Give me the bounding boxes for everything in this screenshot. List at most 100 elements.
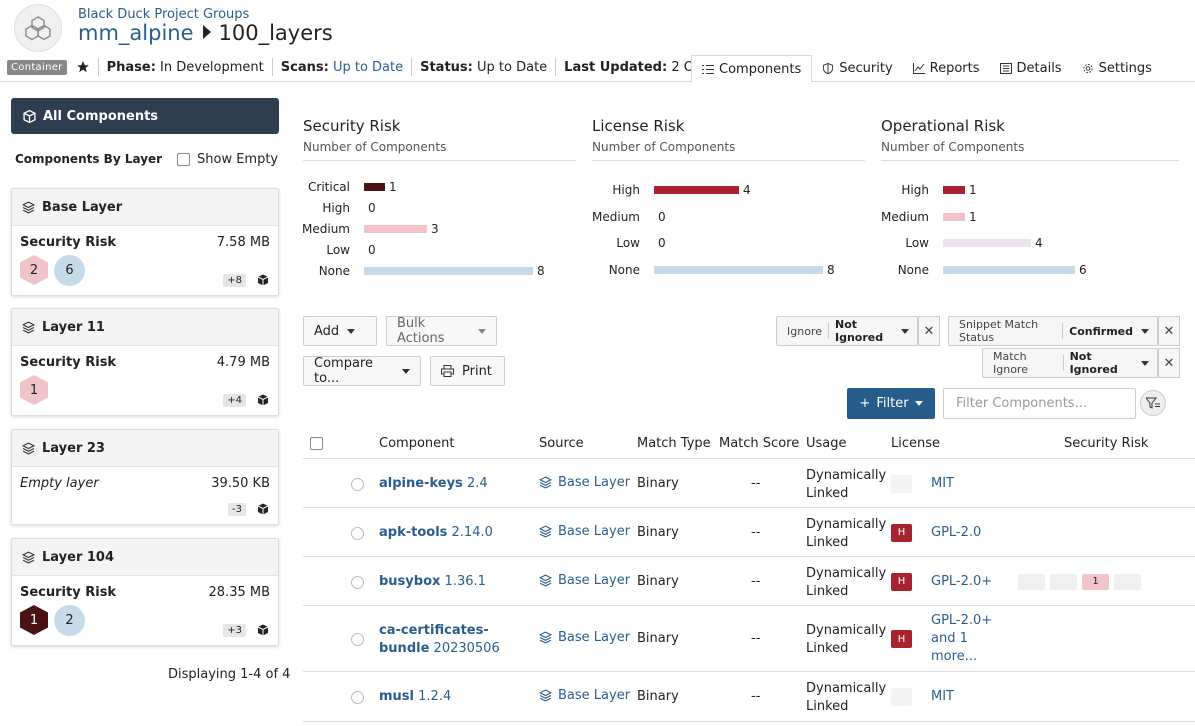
component-link[interactable]: busybox 1.36.1 — [379, 574, 486, 589]
risk-row-value: 6 — [1079, 263, 1087, 277]
security-risk-segment[interactable]: 1 — [1082, 573, 1109, 590]
phase-label: Phase: — [106, 59, 156, 75]
star-icon[interactable] — [76, 60, 90, 74]
risk-row-label: None — [897, 263, 929, 277]
column-header-security-risk[interactable]: Security Risk — [1064, 436, 1148, 451]
project-name-link[interactable]: mm_alpine — [78, 21, 194, 45]
column-header-match-score[interactable]: Match Score — [719, 436, 799, 451]
layers-icon — [539, 631, 552, 644]
match-score: -- — [751, 524, 761, 540]
show-empty-toggle[interactable]: Show Empty — [177, 152, 278, 167]
layer-card[interactable]: Layer 11 Security Risk 4.79 MB 1 +4 — [11, 308, 279, 416]
source-link[interactable]: Base Layer — [539, 475, 630, 490]
source-link[interactable]: Base Layer — [539, 524, 630, 539]
table-row[interactable]: alpine-keys 2.4 Base Layer Binary -- Dynamic… — [303, 459, 1195, 508]
divider — [271, 58, 273, 76]
license-risk-badge: H — [891, 523, 912, 542]
license-link[interactable]: MIT — [931, 688, 954, 706]
critical-risk-badge: 1 — [20, 605, 48, 635]
close-icon[interactable]: ✕ — [918, 316, 940, 346]
project-group-link[interactable]: Black Duck Project Groups — [78, 7, 249, 22]
container-tag: Container — [7, 59, 67, 75]
review-status-icon[interactable] — [351, 477, 364, 491]
column-header-component[interactable]: Component — [379, 436, 454, 451]
component-link[interactable]: apk-tools 2.14.0 — [379, 525, 493, 540]
table-row[interactable]: busybox 1.36.1 Base Layer Binary -- Dynamica… — [303, 557, 1195, 606]
table-row[interactable]: musl 1.2.4 Base Layer Binary -- Dynamically L… — [303, 672, 1195, 722]
column-header-match-type[interactable]: Match Type — [637, 436, 711, 451]
license-link[interactable]: GPL-2.0+ — [931, 573, 992, 591]
add-button[interactable]: Add — [303, 316, 377, 346]
review-status-icon[interactable] — [351, 691, 364, 704]
filter-chip-ignore[interactable]: Ignore Not Ignored — [776, 316, 918, 346]
none-risk-badge: 6 — [54, 255, 85, 286]
filter-components-input[interactable] — [943, 388, 1136, 419]
tab-components[interactable]: Components — [691, 55, 813, 83]
chip-label: Ignore — [777, 323, 829, 339]
project-meta: Container Phase: In Development Scans: U… — [7, 56, 743, 78]
filter-chip-snippet-match[interactable]: Snippet Match Status Confirmed — [948, 316, 1158, 346]
license-link[interactable]: MIT — [931, 475, 954, 493]
risk-bar[interactable] — [364, 267, 533, 275]
column-header-license[interactable]: License — [891, 436, 940, 451]
column-header-source[interactable]: Source — [539, 436, 584, 451]
risk-bar[interactable] — [943, 213, 965, 221]
printer-icon — [441, 365, 454, 377]
risk-bar[interactable] — [943, 266, 1075, 274]
risk-row-value: 4 — [743, 183, 751, 197]
layer-card[interactable]: Layer 23 Empty layer 39.50 KB -3 — [11, 429, 279, 525]
risk-row-label: High — [612, 183, 640, 197]
license-link[interactable]: GPL-2.0 — [931, 524, 981, 542]
risk-bar[interactable] — [943, 186, 965, 194]
risk-row-label: Medium — [881, 210, 929, 224]
compare-to-button[interactable]: Compare to... — [303, 356, 421, 386]
layer-risk-label: Security Risk — [20, 355, 117, 370]
tab-security[interactable]: Security — [812, 55, 902, 82]
chart-icon — [912, 63, 925, 74]
license-link[interactable]: GPL-2.0+ and 1 more... — [931, 612, 992, 666]
project-group-icon — [14, 4, 62, 52]
select-all-checkbox[interactable] — [310, 437, 323, 450]
shield-icon — [823, 63, 834, 74]
risk-bar[interactable] — [654, 186, 739, 194]
layer-card[interactable]: Layer 104 Security Risk 28.35 MB 1 2 +3 — [11, 538, 279, 646]
show-empty-checkbox[interactable] — [177, 153, 190, 166]
source-link[interactable]: Base Layer — [539, 630, 630, 645]
security-risk-segment[interactable] — [1018, 573, 1045, 590]
risk-bar[interactable] — [364, 183, 385, 191]
review-status-icon[interactable] — [351, 575, 364, 589]
component-count-badge: +3 — [223, 624, 246, 637]
component-link[interactable]: alpine-keys 2.4 — [379, 476, 488, 491]
filter-settings-icon[interactable] — [1140, 390, 1166, 416]
component-link[interactable]: ca-certificates-bundle 20230506 — [379, 622, 500, 658]
risk-bar[interactable] — [364, 225, 427, 233]
component-link[interactable]: musl 1.2.4 — [379, 689, 451, 704]
close-icon[interactable]: ✕ — [1158, 348, 1180, 378]
table-row[interactable]: apk-tools 2.14.0 Base Layer Binary -- Dynami… — [303, 508, 1195, 557]
layer-name: Base Layer — [42, 199, 123, 215]
tab-reports[interactable]: Reports — [903, 55, 990, 82]
review-status-icon[interactable] — [351, 526, 364, 540]
table-row[interactable]: ca-certificates-bundle 20230506 Base Laye… — [303, 606, 1195, 672]
bulk-actions-button[interactable]: Bulk Actions — [386, 316, 497, 346]
filter-button[interactable]: + Filter — [847, 388, 935, 419]
column-header-usage[interactable]: Usage — [806, 436, 847, 451]
review-status-icon[interactable] — [351, 633, 364, 646]
tab-settings[interactable]: Settings — [1072, 55, 1162, 82]
source-link[interactable]: Base Layer — [539, 688, 630, 703]
security-risk-segment[interactable] — [1050, 573, 1077, 590]
filter-chip-match-ignore[interactable]: Match Ignore Not Ignored — [982, 348, 1158, 378]
print-button[interactable]: Print — [430, 356, 505, 386]
tab-details[interactable]: Details — [990, 55, 1072, 82]
all-components-label: All Components — [43, 108, 159, 124]
all-components-button[interactable]: All Components — [11, 98, 279, 134]
source-link[interactable]: Base Layer — [539, 573, 630, 588]
scans-link[interactable]: Up to Date — [333, 60, 403, 75]
risk-bar[interactable] — [654, 266, 823, 274]
layer-card[interactable]: Base Layer Security Risk 7.58 MB 2 6 +8 — [11, 188, 279, 296]
close-icon[interactable]: ✕ — [1158, 316, 1180, 346]
tab-label: Components — [719, 61, 802, 77]
security-risk-segment[interactable] — [1114, 573, 1141, 590]
risk-bar[interactable] — [943, 239, 1031, 247]
license-risk-badge: H — [891, 572, 912, 591]
